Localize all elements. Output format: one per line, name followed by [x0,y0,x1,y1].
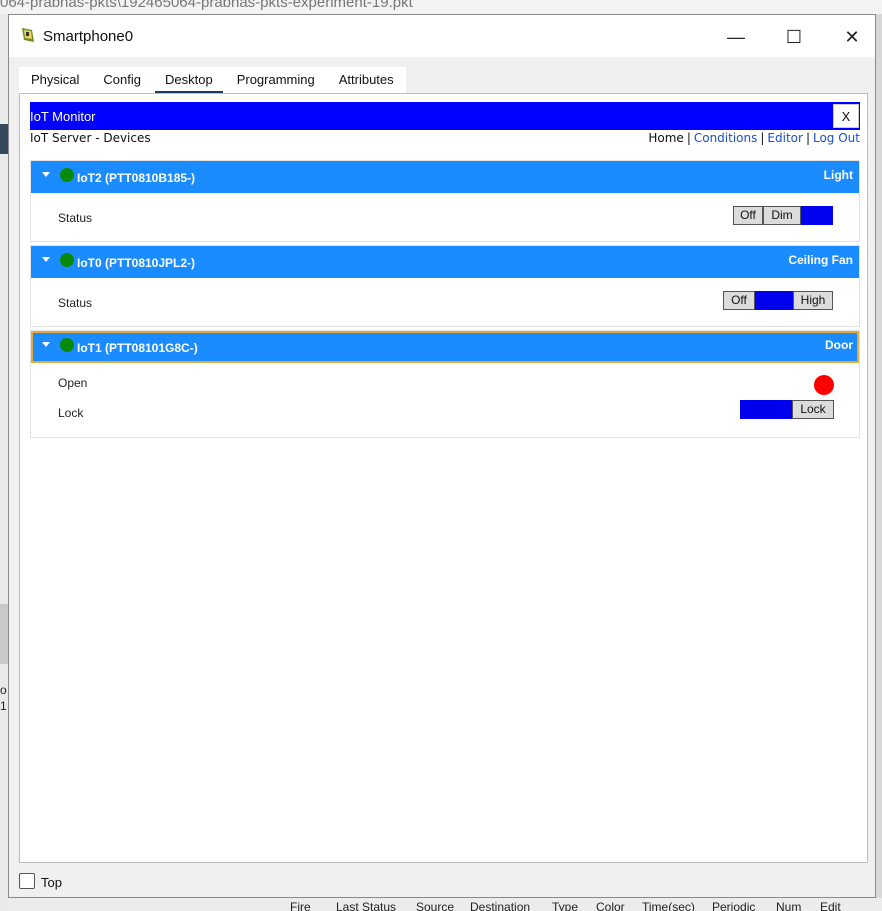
tab-desktop[interactable]: Desktop [153,67,225,94]
nav-separator: | [805,131,810,145]
light-on-option[interactable] [801,206,833,225]
server-nav: Home | Conditions | Editor | Log Out [648,131,860,145]
door-open-indicator-icon [814,375,834,395]
server-devices-title: IoT Server - Devices [30,131,151,145]
minimize-button[interactable]: — [713,23,759,51]
close-button[interactable]: ✕ [829,23,875,51]
window-titlebar[interactable]: Smartphone0 — ☐ ✕ [9,15,875,57]
iot-monitor-bar: IoT Monitor X [30,102,860,130]
fan-low-option[interactable] [755,291,793,310]
background-block [0,604,8,664]
device-name: IoT1 (PTT08101G8C-) [77,341,198,355]
nav-conditions-link[interactable]: Conditions [694,131,758,145]
background-block [0,124,8,154]
device-card-door: IoT1 (PTT08101G8C-) Door Open Lock Lock [30,330,860,438]
device-header-light[interactable]: IoT2 (PTT0810B185-) Light [31,161,859,193]
desktop-panel: IoT Monitor X IoT Server - Devices Home |… [19,93,868,863]
smartphone-app-icon [22,28,34,42]
device-type: Ceiling Fan [788,253,853,267]
light-status-control: Off Dim [733,206,833,225]
chevron-down-icon [42,172,50,177]
open-label: Open [58,376,88,390]
fan-off-option[interactable]: Off [723,291,755,310]
fan-high-option[interactable]: High [793,291,833,310]
light-dim-option[interactable]: Dim [763,206,801,225]
fan-status-control: Off High [723,291,833,310]
tab-physical[interactable]: Physical [19,67,91,93]
status-led-icon [60,338,74,352]
device-tabs: Physical Config Desktop Programming Attr… [19,67,406,94]
nav-separator: | [686,131,691,145]
status-led-icon [60,168,74,182]
iot-monitor-title: IoT Monitor [30,109,96,124]
pdu-header-time: Time(sec) [642,900,695,911]
background-pdu-list-header: Fire Last Status Source Destination Type… [8,898,882,911]
pdu-header-fire: Fire [290,900,311,911]
nav-home-link[interactable]: Home [648,131,683,145]
window-title: Smartphone0 [43,28,134,45]
door-lock-option[interactable]: Lock [792,400,834,419]
device-type: Door [825,338,853,352]
pdu-header-edit: Edit [820,900,841,911]
device-header-ceiling-fan[interactable]: IoT0 (PTT0810JPL2-) Ceiling Fan [31,246,859,278]
device-type: Light [823,168,853,182]
tab-attributes[interactable]: Attributes [327,67,406,93]
chevron-down-icon [42,257,50,262]
status-label: Status [58,211,93,225]
maximize-button[interactable]: ☐ [771,23,817,51]
device-header-door[interactable]: IoT1 (PTT08101G8C-) Door [31,331,859,363]
door-lock-control: Lock [740,400,834,419]
pdu-header-source: Source [416,900,455,911]
pdu-header-periodic: Periodic [712,900,756,911]
background-right-strip [876,14,882,898]
device-name: IoT0 (PTT0810JPL2-) [77,256,196,270]
lock-label: Lock [58,406,84,420]
device-card-light: IoT2 (PTT0810B185-) Light Status Off Dim [30,160,860,242]
status-led-icon [60,253,74,267]
chevron-down-icon [42,342,50,347]
door-unlock-option[interactable] [740,400,792,419]
light-off-option[interactable]: Off [733,206,763,225]
smartphone-window: Smartphone0 — ☐ ✕ Physical Config Deskto… [8,14,876,898]
nav-editor-link[interactable]: Editor [767,131,803,145]
pdu-header-num: Num [776,900,802,911]
pdu-header-type: Type [552,900,579,911]
iot-monitor-close-button[interactable]: X [833,104,859,128]
pdu-header-destination: Destination [470,900,531,911]
background-file-path: 064-prabhas-pkts\192465064-prabhas-pkts-… [0,0,882,14]
device-name: IoT2 (PTT0810B185-) [77,171,196,185]
status-label: Status [58,296,93,310]
nav-logout-link[interactable]: Log Out [813,131,860,145]
pdu-header-last-status: Last Status [336,900,397,911]
tab-config[interactable]: Config [91,67,153,93]
background-left-text: o 1 [0,683,7,713]
device-card-ceiling-fan: IoT0 (PTT0810JPL2-) Ceiling Fan Status O… [30,245,860,327]
top-checkbox[interactable] [19,873,35,889]
top-checkbox-label: Top [41,875,62,890]
background-left-strip: o 1 [0,14,8,911]
nav-separator: | [760,131,765,145]
pdu-header-color: Color [596,900,625,911]
tab-programming[interactable]: Programming [225,67,327,93]
